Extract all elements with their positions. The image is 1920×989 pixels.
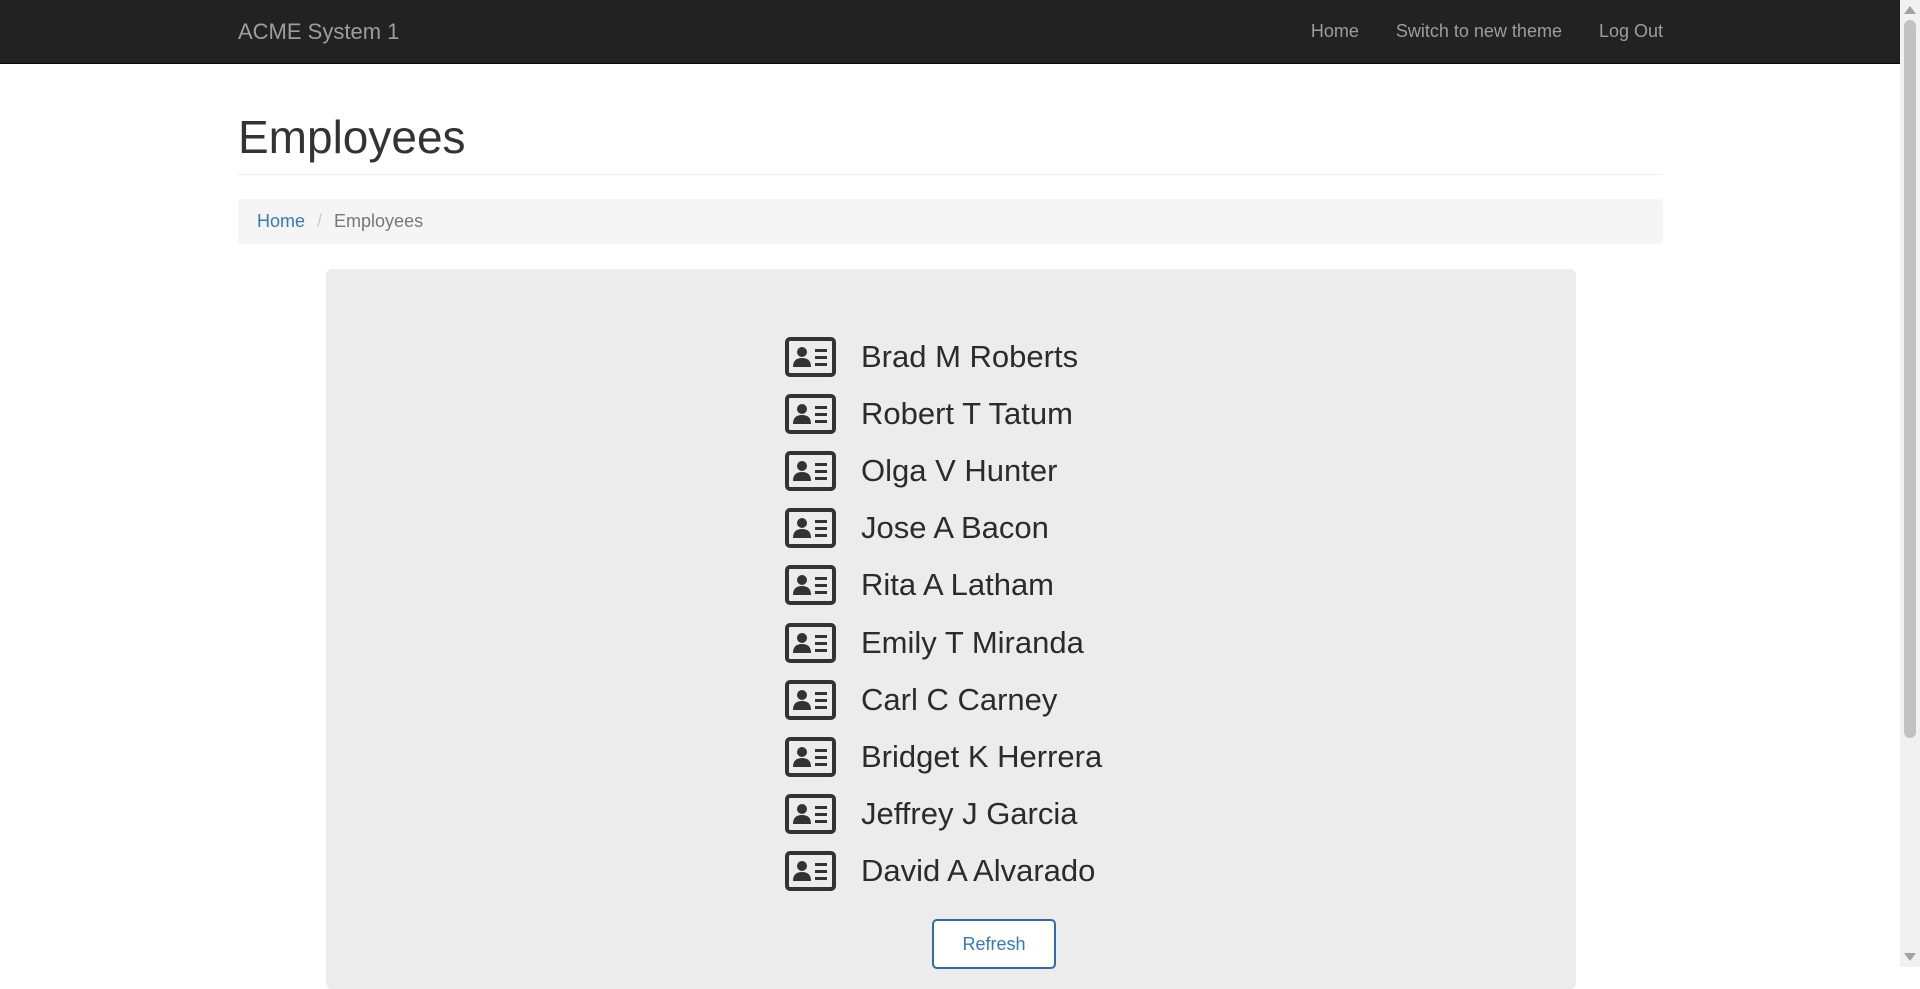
breadcrumb: Home / Employees [238, 199, 1663, 244]
employee-name: Jose A Bacon [861, 510, 1049, 546]
employee-list-item[interactable]: Olga V Hunter [785, 442, 1102, 499]
page-header: Employees [238, 112, 1663, 175]
employee-name: Robert T Tatum [861, 395, 1073, 431]
id-card-icon [785, 851, 836, 892]
employee-name: Rita A Latham [861, 567, 1055, 603]
employee-name: Carl C Carney [861, 681, 1058, 717]
employee-list-item[interactable]: Rita A Latham [785, 557, 1102, 614]
breadcrumb-current: Employees [334, 211, 424, 231]
employee-list-item[interactable]: Jose A Bacon [785, 500, 1102, 557]
id-card-icon [785, 794, 836, 835]
employee-panel: Brad M Roberts Robert T Tatum Olga V Hunte… [326, 269, 1576, 989]
employee-name: Emily T Miranda [861, 624, 1084, 660]
employee-list-item[interactable]: Jeffrey J Garcia [785, 786, 1102, 843]
id-card-icon [785, 393, 836, 434]
employee-list-item[interactable]: David A Alvarado [785, 843, 1102, 900]
employee-list-item[interactable]: Bridget K Herrera [785, 728, 1102, 785]
employee-name: David A Alvarado [861, 853, 1096, 889]
employee-list: Brad M Roberts Robert T Tatum Olga V Hunte… [785, 328, 1102, 900]
id-card-icon [785, 450, 836, 491]
top-navbar: ACME System 1 Home Switch to new theme L… [0, 0, 1900, 64]
id-card-icon [785, 679, 836, 720]
navbar-brand[interactable]: ACME System 1 [238, 18, 399, 46]
id-card-icon [785, 336, 836, 377]
scroll-down-arrow-icon[interactable] [1904, 953, 1916, 961]
id-card-icon [785, 622, 836, 663]
employee-name: Olga V Hunter [861, 452, 1058, 488]
scroll-thumb[interactable] [1904, 20, 1916, 738]
nav-link-home[interactable]: Home [1311, 21, 1359, 42]
refresh-button[interactable]: Refresh [932, 919, 1056, 969]
nav-link-switch-theme[interactable]: Switch to new theme [1396, 21, 1562, 42]
navbar-links: Home Switch to new theme Log Out [1274, 0, 1663, 63]
page-title: Employees [238, 111, 466, 163]
nav-link-log-out[interactable]: Log Out [1599, 21, 1663, 42]
employee-list-item[interactable]: Carl C Carney [785, 671, 1102, 728]
employee-list-item[interactable]: Brad M Roberts [785, 328, 1102, 385]
scroll-up-arrow-icon[interactable] [1904, 6, 1916, 14]
employee-list-item[interactable]: Robert T Tatum [785, 385, 1102, 442]
page-scrollbar[interactable] [1900, 0, 1920, 967]
id-card-icon [785, 736, 836, 777]
employee-list-item[interactable]: Emily T Miranda [785, 614, 1102, 671]
employee-name: Jeffrey J Garcia [861, 796, 1078, 832]
employee-name: Bridget K Herrera [861, 738, 1103, 774]
employee-name: Brad M Roberts [861, 338, 1079, 374]
breadcrumb-home-link[interactable]: Home [257, 211, 305, 232]
id-card-icon [785, 565, 836, 606]
id-card-icon [785, 508, 836, 549]
breadcrumb-separator: / [317, 211, 323, 231]
